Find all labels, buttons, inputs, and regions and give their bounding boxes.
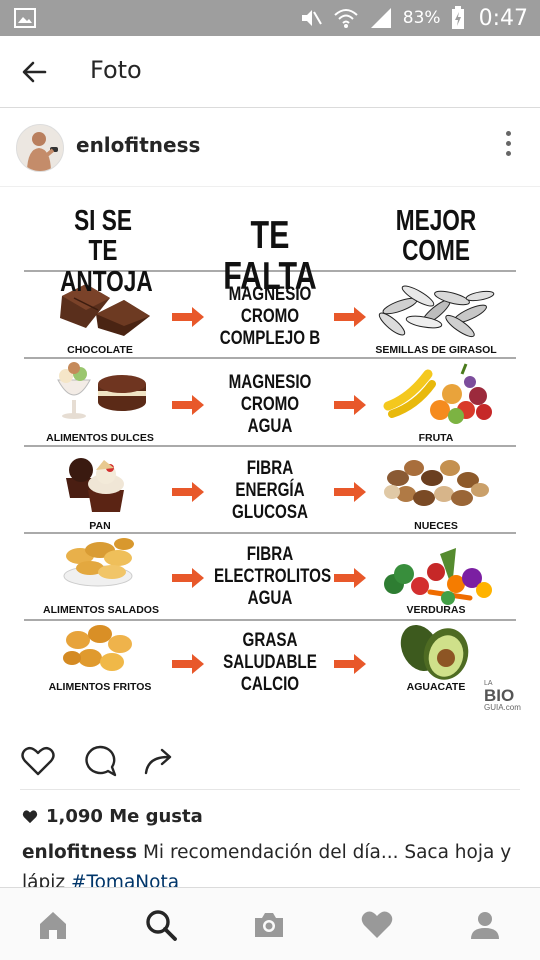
avocado-icon	[400, 624, 469, 680]
arrow-right-icon	[334, 482, 366, 502]
status-time: 0:47	[478, 5, 528, 31]
post-header: enlofitness	[0, 109, 540, 187]
chips-icon	[63, 538, 134, 587]
eat-label: AGUACATE	[406, 681, 466, 693]
craving-label: ALIMENTOS DULCES	[46, 432, 154, 444]
labioguia-logo: LA BIO GUIA.com	[484, 680, 521, 712]
lacking-list: MAGNESIO CROMO COMPLEJO B	[219, 284, 321, 349]
lacking-list: FIBRA ELECTROLITOS AGUA	[214, 544, 332, 609]
mute-icon	[301, 10, 322, 26]
lacking-list: FIBRA ENERGÍA GLUCOSA	[232, 458, 308, 523]
arrow-right-icon	[172, 395, 204, 415]
vegetables-icon	[384, 548, 492, 605]
craving-label: ALIMENTOS SALADOS	[43, 604, 159, 616]
craving-label: ALIMENTOS FRITOS	[48, 681, 152, 693]
arrow-right-icon	[172, 307, 204, 327]
gallery-icon	[14, 8, 36, 28]
post-actions	[0, 735, 540, 787]
eat-label: FRUTA	[418, 432, 454, 444]
eat-label: VERDURAS	[406, 604, 466, 616]
vertical-dots-icon[interactable]	[504, 131, 512, 161]
sunflower-seeds-icon	[378, 285, 495, 338]
page-title: Foto	[90, 56, 142, 84]
wifi-icon	[334, 9, 358, 28]
arrow-right-icon	[334, 568, 366, 588]
eat-label: SEMILLAS DE GIRASOL	[375, 344, 497, 356]
arrow-right-icon	[172, 568, 204, 588]
battery-percent: 83%	[402, 8, 441, 28]
arrow-right-icon	[334, 654, 366, 674]
caption-username[interactable]: enlofitness	[22, 842, 137, 863]
eat-label: NUECES	[414, 520, 458, 532]
heart-icon[interactable]	[360, 908, 394, 942]
app-bar: Foto	[0, 36, 540, 108]
fruit-icon	[383, 363, 492, 424]
post-username[interactable]: enlofitness	[76, 133, 200, 157]
search-icon[interactable]	[144, 908, 178, 942]
craving-label: CHOCOLATE	[67, 344, 133, 356]
heart-icon	[22, 810, 38, 824]
heart-outline-icon[interactable]	[20, 743, 56, 779]
arrow-right-icon	[172, 482, 204, 502]
likes-text: 1,090 Me gusta	[46, 806, 203, 827]
battery-charging-icon	[451, 6, 464, 29]
lacking-list: GRASA SALUDABLE CALCIO	[223, 630, 317, 695]
arrow-right-icon	[172, 654, 204, 674]
avatar[interactable]	[16, 124, 64, 172]
lacking-list: MAGNESIO CROMO AGUA	[228, 372, 312, 437]
arrow-left-icon[interactable]	[20, 58, 48, 86]
sweets-icon	[57, 362, 146, 419]
arrow-right-icon	[334, 307, 366, 327]
column-header-craving: SI SE TE ANTOJA	[60, 205, 153, 298]
arrow-right-icon	[334, 395, 366, 415]
post-image[interactable]: SI SE TE ANTOJA TE FALTA MEJOR COME CHOC…	[0, 188, 540, 718]
home-icon[interactable]	[36, 908, 70, 942]
likes-count[interactable]: 1,090 Me gusta	[22, 806, 203, 827]
bottom-navigation	[0, 887, 540, 960]
divider	[20, 789, 520, 790]
comment-icon[interactable]	[82, 743, 118, 779]
camera-icon[interactable]	[252, 908, 286, 942]
craving-label: PAN	[89, 520, 111, 532]
profile-icon[interactable]	[468, 908, 502, 942]
nuts-icon	[384, 460, 489, 506]
cupcakes-icon	[66, 458, 124, 512]
status-bar: 83% 0:47	[0, 0, 540, 36]
signal-icon	[370, 8, 391, 28]
share-icon[interactable]	[142, 743, 178, 779]
fried-food-icon	[63, 625, 132, 671]
column-header-eat: MEJOR COME	[395, 205, 477, 268]
